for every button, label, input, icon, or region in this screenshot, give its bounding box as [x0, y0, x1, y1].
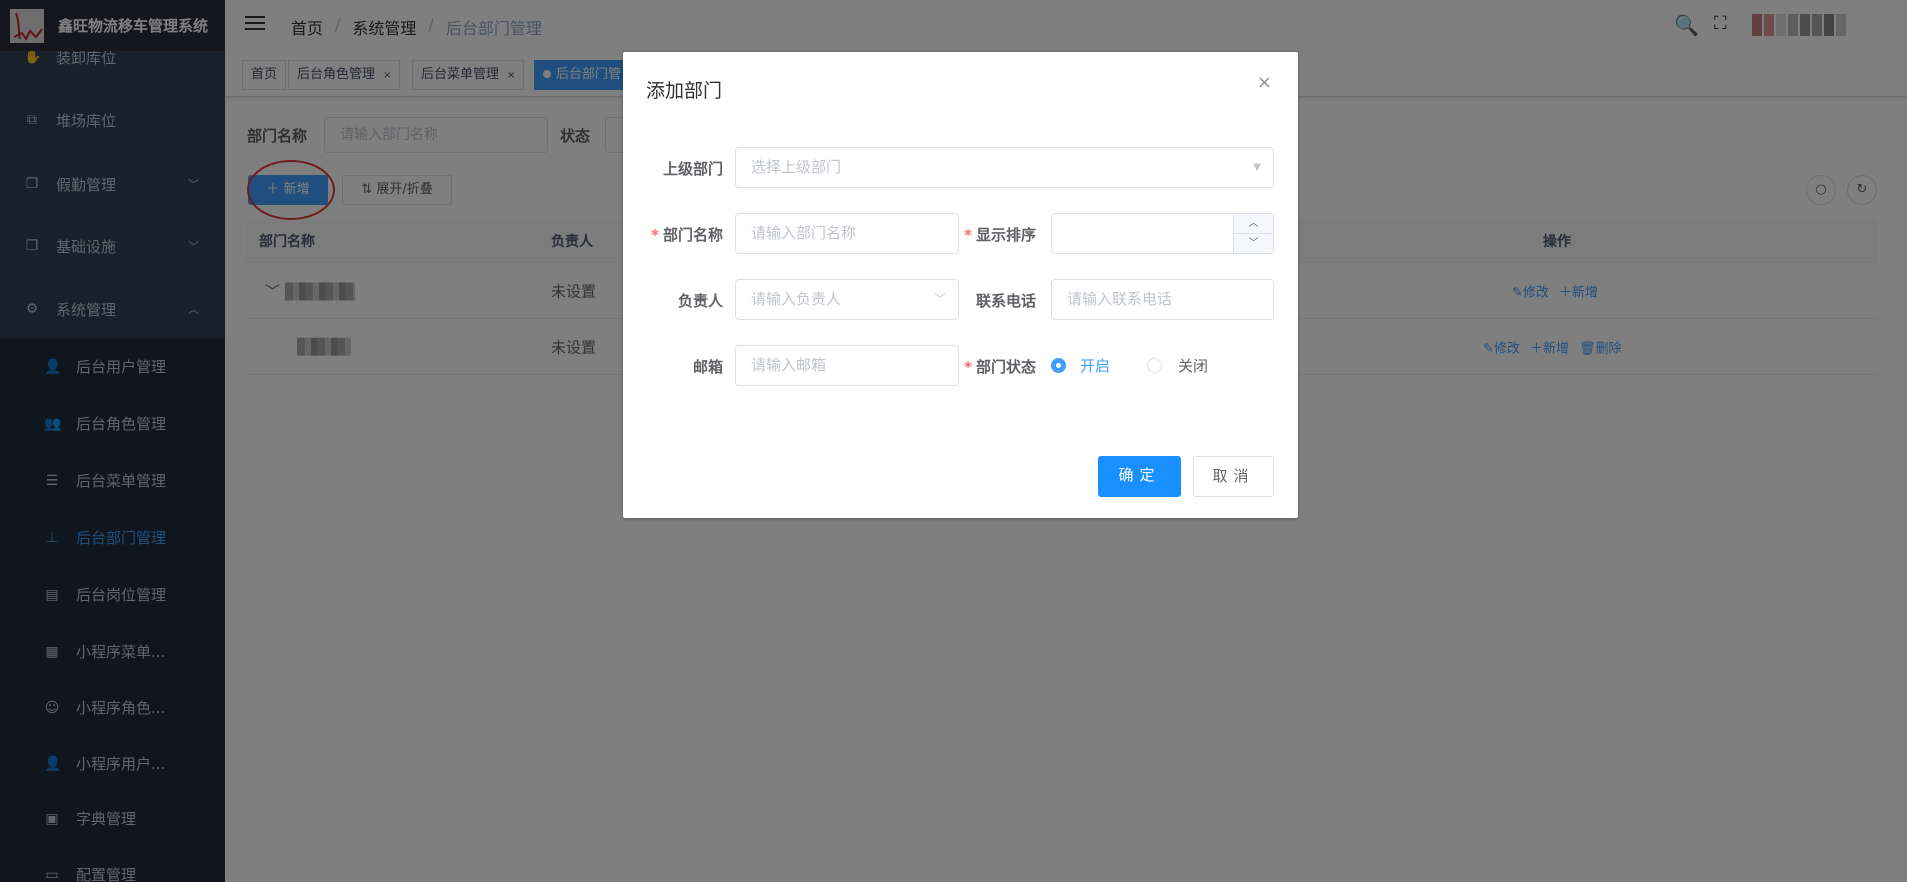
number-stepper[interactable]: ︿ ﹀ [1233, 214, 1273, 253]
email-label: 邮箱 [692, 358, 723, 376]
confirm-button[interactable]: 确定 [1098, 456, 1181, 497]
increment-icon: ︿ [1234, 214, 1273, 234]
status-open-radio[interactable] [1051, 358, 1066, 373]
parent-label: 上级部门 [662, 160, 723, 178]
dept-name-input[interactable]: 请输入部门名称 [735, 213, 959, 254]
decrement-icon: ﹀ [1248, 237, 1259, 249]
caret-down-icon: ▼ [1253, 162, 1261, 173]
phone-label: 联系电话 [975, 292, 1036, 310]
status-closed-label[interactable]: 关闭 [1178, 355, 1208, 376]
leader-label: 负责人 [677, 292, 723, 310]
status-label: * 部门状态 [964, 358, 1036, 376]
name-label: * 部门名称 [651, 226, 723, 244]
cancel-button[interactable]: 取消 [1193, 456, 1274, 497]
dialog-title: 添加部门 [646, 80, 723, 102]
status-closed-radio[interactable] [1147, 358, 1162, 373]
leader-select[interactable]: 请输入负责人 ﹀ [735, 279, 959, 320]
add-dept-dialog: 添加部门 × 上级部门 选择上级部门 ▼ * 部门名称 请输入部门名称 * 显示排序 … [623, 52, 1298, 518]
parent-dept-select[interactable]: 选择上级部门 ▼ [735, 147, 1274, 188]
email-input[interactable]: 请输入邮箱 [735, 345, 959, 386]
close-icon[interactable]: × [1257, 72, 1272, 93]
status-open-label[interactable]: 开启 [1080, 355, 1110, 376]
phone-input[interactable]: 请输入联系电话 [1051, 279, 1274, 320]
order-number-input[interactable]: ︿ ﹀ [1051, 213, 1274, 254]
order-label: * 显示排序 [964, 226, 1036, 244]
